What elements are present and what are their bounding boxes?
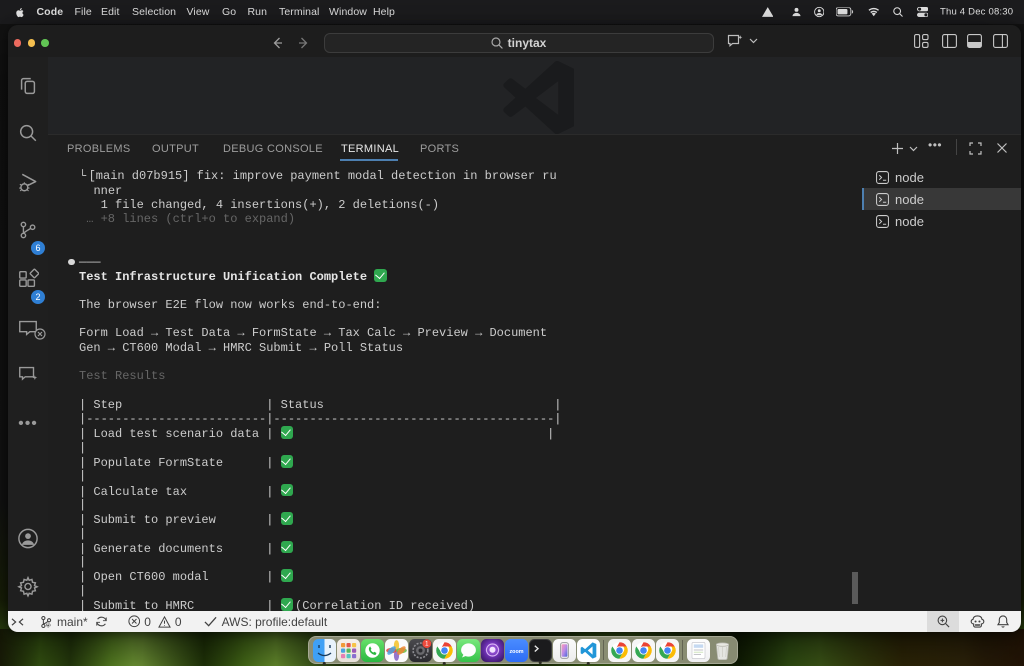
svg-text:zoom: zoom	[509, 649, 523, 655]
svg-text:1: 1	[425, 640, 429, 647]
